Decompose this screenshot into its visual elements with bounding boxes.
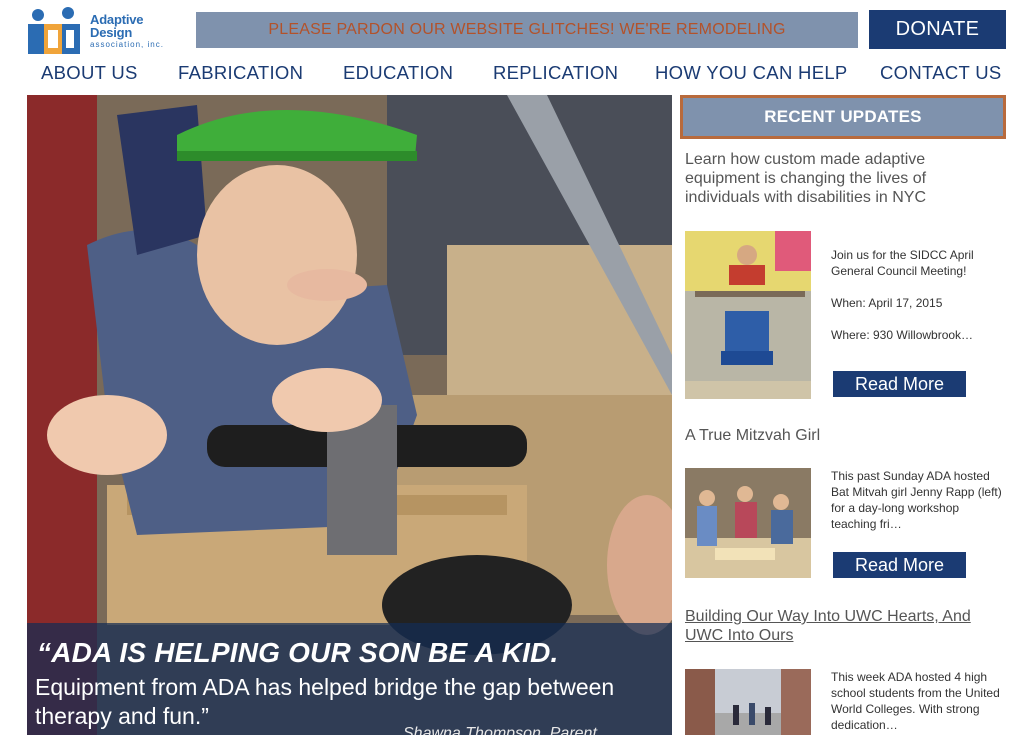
post-title-mitzvah[interactable]: A True Mitzvah Girl (685, 426, 820, 445)
logo-text: Adaptive Design association, inc. (90, 13, 188, 49)
nav-education[interactable]: EDUCATION (343, 62, 453, 84)
excerpt-line: This week ADA hosted 4 high school stude… (831, 670, 1000, 732)
recent-updates-header: RECENT UPDATES (680, 95, 1006, 139)
site-logo[interactable]: Adaptive Design association, inc. (26, 6, 188, 56)
nav-about-us[interactable]: ABOUT US (41, 62, 138, 84)
excerpt-line: This past Sunday ADA hosted Bat Mitvah g… (831, 469, 1002, 531)
excerpt-line: When: April 17, 2015 (831, 296, 943, 310)
post-excerpt-mitzvah: This past Sunday ADA hosted Bat Mitvah g… (831, 468, 1007, 548)
hero-quote-body: Equipment from ADA has helped bridge the… (35, 674, 615, 729)
post-excerpt-uwc: This week ADA hosted 4 high school stude… (831, 669, 1007, 735)
recent-updates-title: RECENT UPDATES (764, 107, 922, 126)
read-more-button[interactable]: Read More (833, 371, 966, 397)
sidebar-intro: Learn how custom made adaptive equipment… (685, 151, 927, 206)
post-thumbnail-mitzvah[interactable] (685, 468, 811, 578)
announcement-text: PLEASE PARDON OUR WEBSITE GLITCHES! WE'R… (268, 21, 786, 38)
post-thumbnail-sidcc[interactable] (685, 231, 811, 399)
excerpt-line: Join us for the SIDCC April General Coun… (831, 248, 974, 278)
logo-mark-icon (26, 6, 84, 56)
hero-slide[interactable]: “ADA IS HELPING OUR SON BE A KID. Equipm… (27, 95, 672, 735)
nav-how-you-can-help[interactable]: HOW YOU CAN HELP (655, 62, 848, 84)
announcement-banner: PLEASE PARDON OUR WEBSITE GLITCHES! WE'R… (196, 12, 858, 48)
post-title-uwc[interactable]: Building Our Way Into UWC Hearts, And UW… (685, 607, 985, 645)
hero-quote-box: “ADA IS HELPING OUR SON BE A KID. Equipm… (27, 623, 672, 735)
nav-replication[interactable]: REPLICATION (493, 62, 618, 84)
post-thumbnail-uwc[interactable] (685, 669, 811, 735)
hero-quote-headline: “ADA IS HELPING OUR SON BE A KID. (37, 637, 559, 668)
post-excerpt-sidcc: Join us for the SIDCC April General Coun… (831, 247, 1007, 359)
main-nav: ABOUT US FABRICATION EDUCATION REPLICATI… (0, 62, 1024, 92)
read-more-button[interactable]: Read More (833, 552, 966, 578)
recent-updates-sidebar: RECENT UPDATES Learn how custom made ada… (680, 95, 1007, 735)
logo-line-1: Adaptive Design (90, 12, 144, 40)
logo-line-2: association, inc. (90, 40, 164, 49)
hero-quote-attribution: Shawna Thompson, Parent (403, 725, 597, 735)
donate-button[interactable]: DONATE (869, 10, 1006, 49)
nav-contact-us[interactable]: CONTACT US (880, 62, 1002, 84)
nav-fabrication[interactable]: FABRICATION (178, 62, 303, 84)
excerpt-line: Where: 930 Willowbrook… (831, 328, 974, 342)
